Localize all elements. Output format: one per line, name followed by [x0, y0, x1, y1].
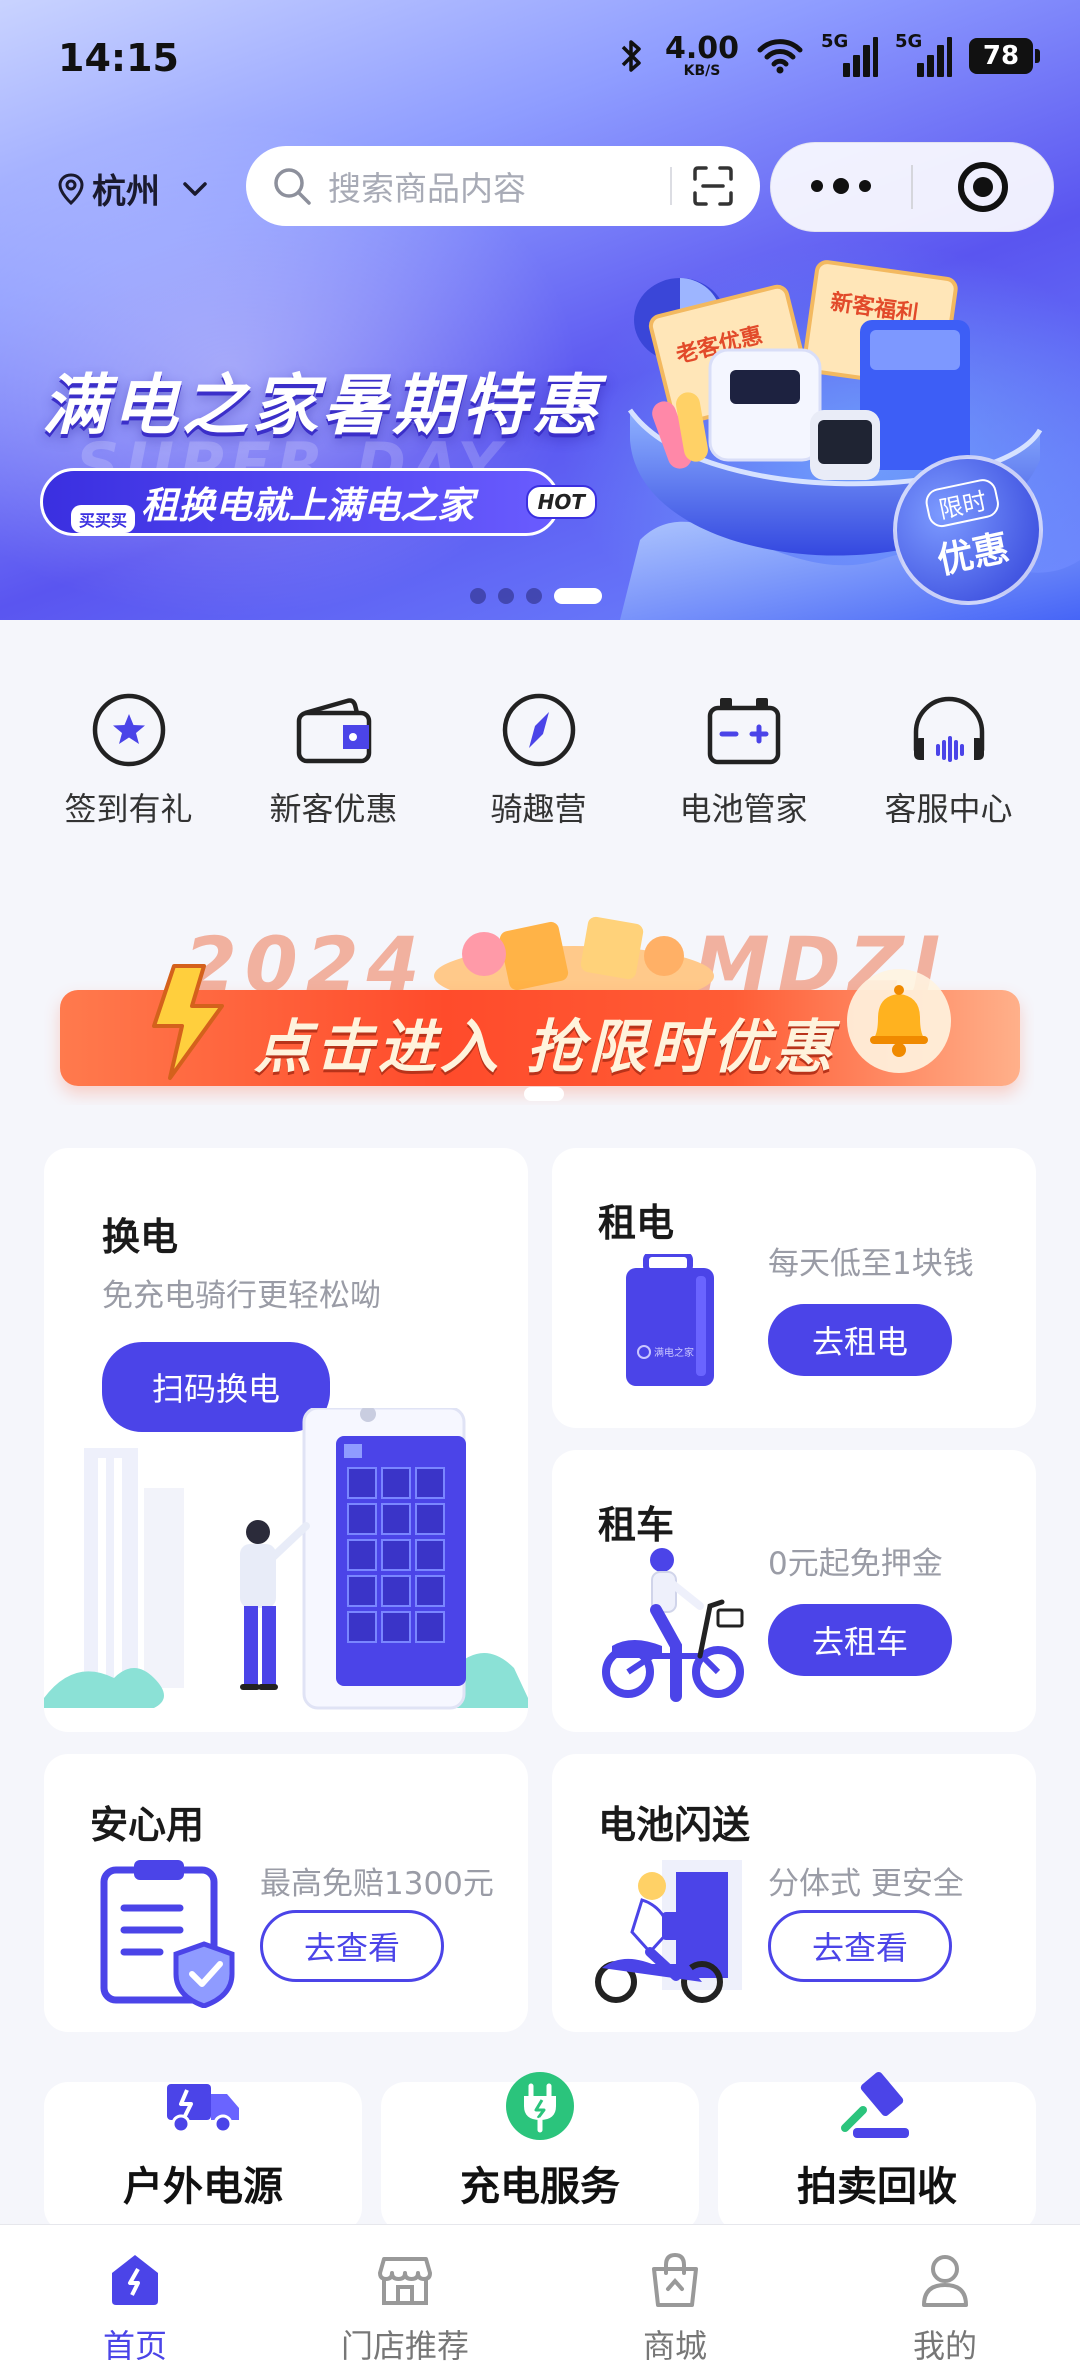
auction-hammer-icon	[841, 2071, 909, 2138]
signal-5g-icon: 5G	[821, 31, 878, 77]
hero-subtitle-pill: 买买买 租换电就上满电之家 HOT	[40, 468, 597, 536]
card-rent-battery[interactable]: 租电 满电之家 每天低至1块钱 去租电	[552, 1148, 1036, 1428]
charging-plug-icon	[506, 2072, 574, 2140]
truck-icon	[167, 2084, 239, 2134]
close-miniprogram-icon[interactable]	[913, 159, 1053, 215]
signal-5g-icon-2: 5G	[895, 31, 952, 77]
battery-icon	[707, 698, 780, 765]
search-icon	[274, 168, 311, 205]
service-label: 户外电源	[123, 2164, 283, 2210]
promo-banner[interactable]: 2024 MDZJ 点击进入 抢限时优惠	[44, 890, 1034, 1105]
shopping-bag-icon	[652, 2252, 698, 2307]
delivery-rider-illustration	[595, 1860, 742, 2003]
carousel-dot	[470, 588, 486, 604]
view-insurance-button[interactable]: 去查看	[260, 1910, 444, 1982]
star-circle-icon	[92, 693, 165, 767]
hero-banner[interactable]: 14:15 4.00 KB/S 5G 5G 78 杭州 搜索商品内容 满电之家暑…	[0, 0, 1080, 620]
quick-action-riding-camp[interactable]: 骑趣营	[436, 690, 641, 840]
network-speed: 4.00 KB/S	[664, 31, 739, 79]
tab-profile[interactable]: 我的	[810, 2225, 1080, 2376]
view-delivery-button[interactable]: 去查看	[768, 1910, 952, 1982]
swap-station-illustration	[44, 1408, 528, 1710]
carousel-pagination	[470, 588, 602, 604]
hot-badge: HOT	[525, 485, 597, 519]
service-charging[interactable]: 充电服务	[381, 2072, 699, 2232]
scooter-rider-illustration	[602, 1548, 744, 1702]
status-bar: 14:15 4.00 KB/S 5G 5G 78	[0, 0, 1080, 120]
battery-icon: 78	[969, 38, 1040, 74]
battery-brand-label: 满电之家	[654, 1346, 694, 1359]
card-title: 电池闪送	[598, 1803, 751, 1847]
search-bar[interactable]: 搜索商品内容	[246, 146, 760, 226]
wallet-icon	[296, 698, 371, 764]
card-subtitle: 0元起免押金	[768, 1546, 943, 1582]
quick-actions: 签到有礼 新客优惠 骑趣营 电池管家 客服中心	[0, 690, 1080, 840]
chevron-down-icon	[183, 181, 207, 196]
carousel-dot	[498, 588, 514, 604]
rent-battery-button[interactable]: 去租电	[768, 1304, 952, 1376]
headset-icon	[913, 696, 984, 762]
lightning-arrow-icon	[152, 964, 224, 1080]
card-subtitle: 分体式 更安全	[768, 1866, 964, 1902]
card-title: 安心用	[90, 1803, 205, 1847]
card-battery-delivery[interactable]: 电池闪送 分体式 更安全 去查看	[552, 1754, 1036, 2032]
miniprogram-capsule	[770, 142, 1054, 232]
rent-bike-button[interactable]: 去租车	[768, 1604, 952, 1676]
card-battery-swap[interactable]: 换电 免充电骑行更轻松呦 扫码换电	[44, 1148, 528, 1732]
hero-subtitle: 租换电就上满电之家	[141, 484, 474, 527]
card-subtitle: 每天低至1块钱	[768, 1246, 974, 1282]
user-icon	[922, 2255, 968, 2307]
service-label: 充电服务	[460, 2164, 620, 2210]
battery-pack-illustration: 满电之家	[626, 1254, 714, 1386]
service-label: 拍卖回收	[797, 2164, 957, 2210]
city-selector[interactable]: 杭州	[58, 164, 210, 213]
buy-tag: 买买买	[71, 505, 136, 533]
tab-mall[interactable]: 商城	[540, 2225, 810, 2376]
clipboard-shield-illustration	[100, 1860, 235, 2008]
quick-action-battery-manager[interactable]: 电池管家	[641, 690, 846, 840]
bottom-tab-bar: 首页 门店推荐 商城 我的	[0, 2224, 1080, 2376]
compass-icon	[502, 693, 575, 767]
tab-store-recommend[interactable]: 门店推荐	[270, 2225, 540, 2376]
card-peace-of-mind[interactable]: 安心用 最高免赔1300元 去查看	[44, 1754, 528, 2032]
status-time: 14:15	[58, 36, 179, 80]
city-name: 杭州	[92, 172, 160, 212]
search-input[interactable]: 搜索商品内容	[328, 162, 670, 210]
bluetooth-icon	[621, 40, 641, 72]
location-pin-icon	[58, 172, 84, 205]
card-subtitle: 免充电骑行更轻松呦	[102, 1278, 381, 1314]
home-icon	[112, 2255, 158, 2305]
card-subtitle: 最高免赔1300元	[260, 1866, 494, 1902]
promo-pagination-dot	[524, 1087, 564, 1101]
carousel-dot	[526, 588, 542, 604]
quick-action-customer-service[interactable]: 客服中心	[846, 690, 1051, 840]
more-menu-icon[interactable]	[771, 178, 911, 194]
service-auction-recycling[interactable]: 拍卖回收	[718, 2071, 1036, 2232]
scan-icon[interactable]	[692, 165, 734, 207]
tab-home[interactable]: 首页	[0, 2225, 270, 2376]
quick-action-checkin[interactable]: 签到有礼	[26, 690, 231, 840]
service-outdoor-power[interactable]: 户外电源	[44, 2082, 362, 2232]
carousel-dot-active	[554, 588, 602, 604]
store-icon	[378, 2257, 432, 2305]
promo-text: 点击进入 抢限时优惠	[254, 1013, 837, 1081]
quick-action-new-customer[interactable]: 新客优惠	[231, 690, 436, 840]
wifi-icon	[757, 39, 803, 74]
bell-icon	[847, 969, 951, 1073]
card-title: 换电	[102, 1215, 179, 1259]
card-rent-bike[interactable]: 租车 0元起免押金 去租车	[552, 1450, 1036, 1732]
card-title: 租电	[598, 1201, 675, 1245]
card-title: 租车	[598, 1503, 675, 1547]
